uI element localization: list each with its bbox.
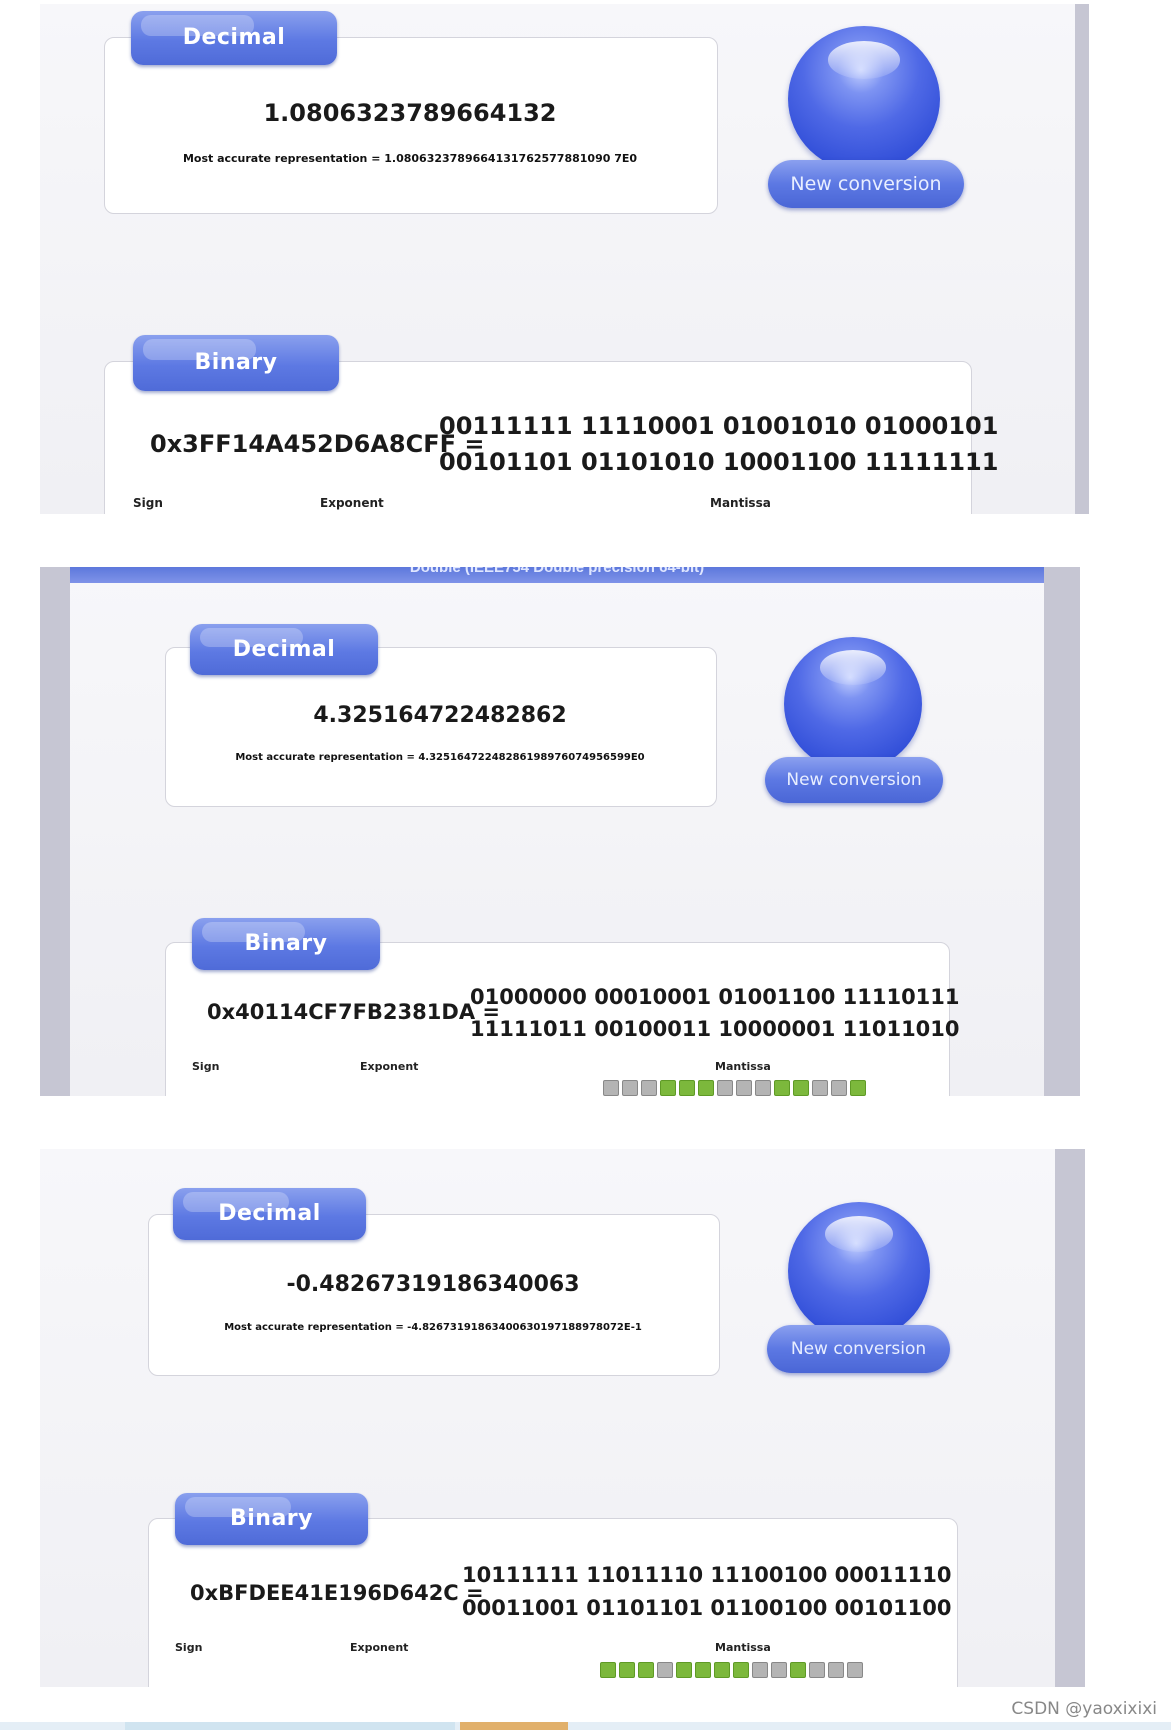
- new-conversion-button[interactable]: New conversion: [765, 757, 943, 803]
- bits-line-2: 00011001 01101101 01100100 00101100: [462, 1596, 952, 1620]
- binary-tab: Binary: [133, 335, 339, 391]
- bits-line-1: 01000000 00010001 01001100 11110111: [470, 985, 960, 1009]
- bottom-strip-segment: [125, 1722, 455, 1730]
- mantissa-bit-square[interactable]: [638, 1662, 654, 1678]
- mantissa-bit-square[interactable]: [812, 1080, 828, 1096]
- mantissa-bit-square[interactable]: [622, 1080, 638, 1096]
- panel-right-border: [1044, 567, 1080, 1096]
- binary-tab: Binary: [175, 1493, 368, 1545]
- panel-left-border: [40, 567, 70, 1096]
- mantissa-bit-square[interactable]: [793, 1080, 809, 1096]
- mantissa-bit-square[interactable]: [695, 1662, 711, 1678]
- accurate-representation: Most accurate representation = 4.3251647…: [235, 752, 645, 763]
- hex-value: 0x3FF14A452D6A8CFF =: [150, 430, 485, 458]
- mantissa-bit-square[interactable]: [828, 1662, 844, 1678]
- panel-title: Double (IEEE754 Double precision 64-bit): [409, 567, 705, 576]
- mantissa-bit-square[interactable]: [752, 1662, 768, 1678]
- decimal-tab: Decimal: [131, 11, 337, 65]
- csdn-watermark: CSDN @yaoxixixi: [1011, 1699, 1157, 1719]
- hex-value: 0x40114CF7FB2381DA =: [207, 1000, 500, 1024]
- exponent-label: Exponent: [350, 1641, 409, 1654]
- sign-label: Sign: [133, 496, 163, 510]
- mantissa-bit-square[interactable]: [676, 1662, 692, 1678]
- mantissa-bit-square[interactable]: [714, 1662, 730, 1678]
- mantissa-label: Mantissa: [710, 496, 771, 510]
- new-conversion-orb[interactable]: [788, 1202, 930, 1340]
- decimal-tab: Decimal: [173, 1188, 366, 1240]
- exponent-label: Exponent: [360, 1060, 419, 1073]
- new-conversion-orb[interactable]: [788, 26, 940, 172]
- panel-right-border: [1055, 1149, 1085, 1687]
- mantissa-bit-squares: [600, 1662, 863, 1678]
- sign-label: Sign: [175, 1641, 203, 1654]
- mantissa-bit-square[interactable]: [790, 1662, 806, 1678]
- bits-line-2: 00101101 01101010 10001100 11111111: [439, 448, 999, 476]
- mantissa-bit-square[interactable]: [774, 1080, 790, 1096]
- mantissa-bit-square[interactable]: [698, 1080, 714, 1096]
- converter-panel-1: Decimal 1.0806323789664132 Most accurate…: [40, 4, 1089, 514]
- mantissa-bit-square[interactable]: [619, 1662, 635, 1678]
- mantissa-bit-square[interactable]: [733, 1662, 749, 1678]
- panel-right-border: [1075, 4, 1089, 514]
- converter-panel-3: Decimal -0.48267319186340063 Most accura…: [40, 1149, 1085, 1687]
- hex-value: 0xBFDEE41E196D642C =: [190, 1581, 484, 1605]
- mantissa-bit-square[interactable]: [809, 1662, 825, 1678]
- mantissa-label: Mantissa: [715, 1060, 771, 1073]
- mantissa-bit-square[interactable]: [657, 1662, 673, 1678]
- exponent-label: Exponent: [320, 496, 384, 510]
- new-conversion-orb[interactable]: [784, 637, 922, 771]
- mantissa-bit-square[interactable]: [831, 1080, 847, 1096]
- converter-panel-2: Double (IEEE754 Double precision 64-bit)…: [40, 567, 1080, 1096]
- mantissa-bit-square[interactable]: [755, 1080, 771, 1096]
- mantissa-bit-square[interactable]: [850, 1080, 866, 1096]
- mantissa-bit-square[interactable]: [603, 1080, 619, 1096]
- binary-tab: Binary: [192, 918, 380, 970]
- mantissa-bit-square[interactable]: [736, 1080, 752, 1096]
- bits-line-2: 11111011 00100011 10000001 11011010: [470, 1017, 960, 1041]
- mantissa-bit-square[interactable]: [847, 1662, 863, 1678]
- accurate-representation: Most accurate representation = 1.0806323…: [182, 152, 638, 165]
- decimal-tab: Decimal: [190, 624, 378, 675]
- new-conversion-button[interactable]: New conversion: [768, 160, 964, 208]
- sign-label: Sign: [192, 1060, 220, 1073]
- decimal-value: 1.0806323789664132: [263, 99, 557, 127]
- mantissa-bit-square[interactable]: [641, 1080, 657, 1096]
- mantissa-bit-square[interactable]: [771, 1662, 787, 1678]
- mantissa-bit-squares: [603, 1080, 866, 1096]
- bottom-strip-accent: [460, 1722, 568, 1730]
- mantissa-label: Mantissa: [715, 1641, 771, 1654]
- decimal-value: 4.325164722482862: [313, 703, 567, 728]
- decimal-value: -0.48267319186340063: [286, 1272, 580, 1297]
- bits-line-1: 10111111 11011110 11100100 00011110: [462, 1563, 952, 1587]
- bits-line-1: 00111111 11110001 01001010 01000101: [439, 412, 999, 440]
- new-conversion-button[interactable]: New conversion: [767, 1325, 950, 1373]
- bottom-strip: [0, 1722, 1171, 1730]
- mantissa-bit-square[interactable]: [679, 1080, 695, 1096]
- mantissa-bit-square[interactable]: [717, 1080, 733, 1096]
- mantissa-bit-square[interactable]: [600, 1662, 616, 1678]
- accurate-representation: Most accurate representation = -4.826731…: [224, 1322, 642, 1333]
- mantissa-bit-square[interactable]: [660, 1080, 676, 1096]
- panel-title-bar: Double (IEEE754 Double precision 64-bit): [70, 567, 1044, 583]
